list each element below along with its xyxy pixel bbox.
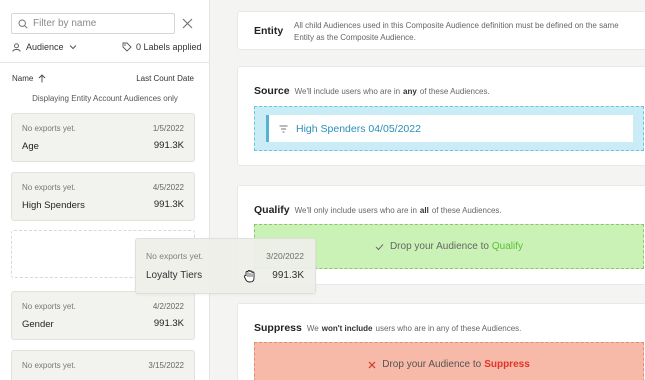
suppress-panel: Suppress We won't include users who are …: [237, 303, 645, 380]
count-date: 4/5/2022: [152, 183, 184, 192]
dragging-audience-card[interactable]: No exports yet. 3/20/2022 Loyalty Tiers …: [135, 238, 316, 294]
search-icon: [18, 18, 28, 29]
user-icon: [12, 42, 21, 52]
audience-card[interactable]: No exports yet. 3/15/2022: [11, 350, 195, 380]
count-date: 4/2/2022: [152, 302, 184, 311]
entity-title: Entity: [254, 25, 284, 37]
count-date: 3/20/2022: [266, 251, 304, 261]
suppress-title: Suppress: [254, 322, 302, 334]
suppress-desc-pre: We: [306, 324, 319, 333]
chevron-down-icon: [69, 45, 76, 50]
source-drop-zone[interactable]: High Spenders 04/05/2022: [254, 106, 644, 151]
audience-name: Age: [22, 141, 39, 152]
clear-filter-button[interactable]: [180, 16, 194, 30]
audience-count: 991.3K: [153, 140, 184, 151]
audience-type-select[interactable]: Audience: [12, 42, 77, 52]
entity-panel: Entity All child Audiences used in this …: [237, 11, 645, 50]
name-column-header[interactable]: Name: [12, 74, 46, 83]
source-chip-label: High Spenders 04/05/2022: [296, 122, 421, 135]
grab-hand-icon: [243, 270, 255, 283]
source-title: Source: [254, 85, 290, 97]
suppress-drop-zone[interactable]: Drop your Audience to Suppress: [254, 342, 644, 380]
audience-name: Gender: [22, 319, 54, 330]
qualify-desc-emph: all: [419, 206, 429, 215]
qualify-drop-target: Qualify: [491, 241, 524, 252]
source-panel: Source We'll include users who are in an…: [237, 66, 645, 166]
suppress-drop-prefix: Drop your Audience to: [382, 359, 482, 370]
last-count-date-column-header[interactable]: Last Count Date: [136, 74, 194, 83]
filter-box[interactable]: [11, 13, 175, 34]
source-audience-chip[interactable]: High Spenders 04/05/2022: [266, 115, 633, 142]
audience-count: 991.3K: [153, 318, 184, 329]
exports-status: No exports yet.: [22, 302, 76, 311]
audience-name: High Spenders: [22, 200, 85, 211]
count-date: 3/15/2022: [148, 361, 184, 370]
exports-status: No exports yet.: [22, 124, 76, 133]
close-icon: [182, 18, 192, 28]
suppress-drop-target: Suppress: [484, 359, 530, 370]
suppress-desc-post: users who are in any of these Audiences.: [375, 324, 522, 333]
suppress-header: Suppress We won't include users who are …: [254, 322, 521, 334]
entity-note: All child Audiences used in this Composi…: [294, 21, 619, 42]
audience-card[interactable]: No exports yet. 4/2/2022 Gender 991.3K: [11, 291, 195, 340]
count-date: 1/5/2022: [152, 124, 184, 133]
sidebar-divider: [0, 62, 210, 63]
audience-count: 991.3K: [272, 270, 304, 281]
qualify-drop-prefix: Drop your Audience to: [389, 241, 489, 252]
audience-type-label: Audience: [26, 42, 64, 52]
filter-lines-icon: [279, 125, 288, 132]
qualify-header: Qualify We'll only include users who are…: [254, 204, 502, 216]
source-header: Source We'll include users who are in an…: [254, 85, 490, 97]
qualify-desc-post: of these Audiences.: [431, 206, 502, 215]
qualify-desc-pre: We'll only include users who are in: [294, 206, 417, 215]
filter-input[interactable]: [33, 18, 163, 29]
audience-card[interactable]: No exports yet. 4/5/2022 High Spenders 9…: [11, 172, 195, 221]
audience-sidebar: Audience 0 Labels applied Name Last Coun…: [0, 0, 210, 380]
exports-status: No exports yet.: [146, 251, 204, 261]
sort-arrow-up-icon: [39, 74, 46, 83]
audience-count: 991.3K: [153, 199, 184, 210]
source-desc-post: of these Audiences.: [419, 87, 490, 96]
x-icon: [368, 361, 376, 368]
checkmark-icon: [375, 243, 384, 250]
audience-name: Loyalty Tiers: [146, 270, 203, 281]
exports-status: No exports yet.: [22, 183, 76, 192]
labels-filter[interactable]: 0 Labels applied: [122, 42, 202, 52]
source-desc-pre: We'll include users who are in: [294, 87, 401, 96]
exports-status: No exports yet.: [22, 361, 76, 370]
suppress-desc-emph: won't include: [321, 324, 373, 333]
source-desc-emph: any: [403, 87, 417, 96]
audience-card[interactable]: No exports yet. 1/5/2022 Age 991.3K: [11, 113, 195, 162]
name-column-label: Name: [12, 74, 34, 83]
scope-note: Displaying Entity Account Audiences only: [32, 94, 178, 103]
labels-applied-text: 0 Labels applied: [136, 42, 202, 52]
tag-icon: [122, 42, 132, 52]
qualify-title: Qualify: [254, 204, 290, 216]
